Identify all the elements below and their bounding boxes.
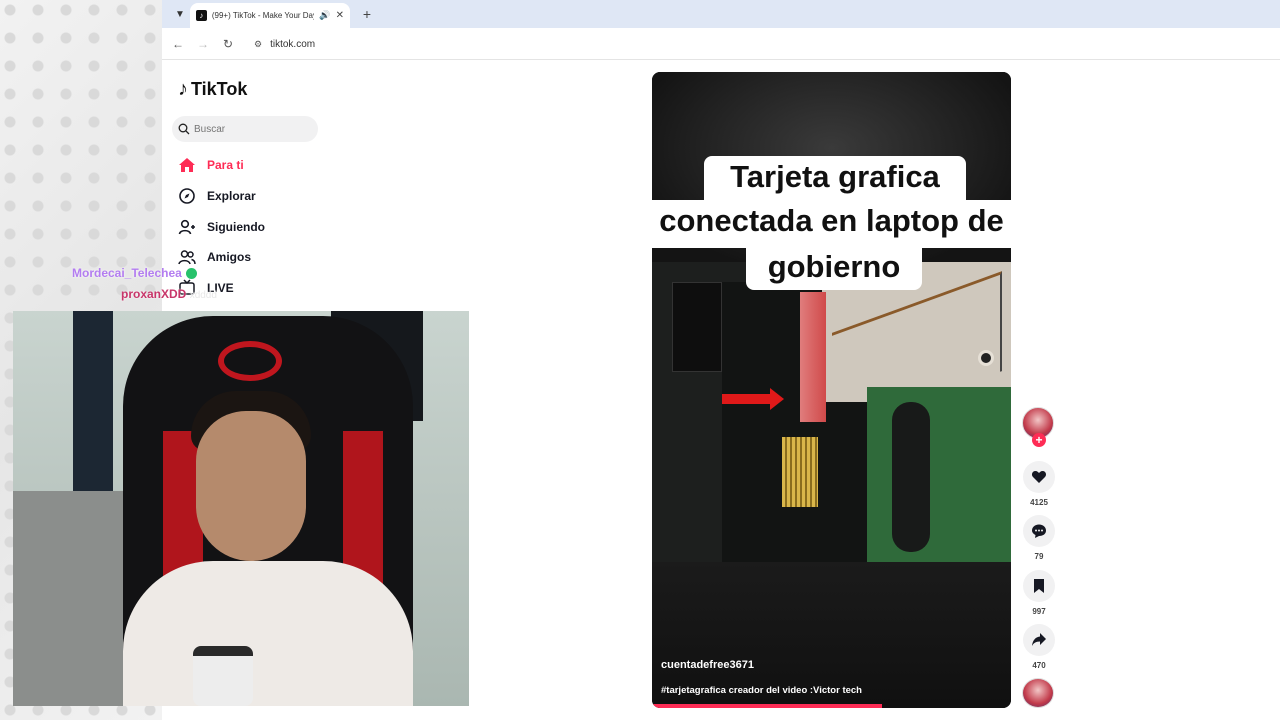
music-disc-avatar[interactable] bbox=[1022, 678, 1054, 708]
chat-username: Mordecai_Telechea bbox=[72, 266, 182, 280]
webcam-feed bbox=[13, 311, 469, 706]
video-caption-line-3: gobierno bbox=[746, 246, 922, 290]
nav-label: Siguiendo bbox=[207, 220, 265, 234]
video-motherboard-image bbox=[652, 262, 1011, 562]
site-info-icon[interactable]: ⚙ bbox=[254, 39, 262, 50]
nav-item-amigos[interactable]: Amigos bbox=[178, 246, 251, 268]
webcam-person-face bbox=[196, 411, 306, 561]
board-screw-hole bbox=[978, 350, 994, 366]
follow-plus-icon[interactable]: + bbox=[1032, 433, 1046, 447]
board-chip bbox=[672, 282, 722, 372]
search-icon bbox=[178, 123, 190, 135]
board-cable bbox=[892, 402, 930, 552]
new-tab-button[interactable]: + bbox=[358, 5, 376, 23]
like-button[interactable] bbox=[1023, 461, 1055, 493]
address-bar[interactable]: ⚙ tiktok.com bbox=[250, 33, 1270, 55]
back-arrow-icon[interactable]: ← bbox=[170, 36, 186, 52]
heart-icon bbox=[1031, 471, 1047, 483]
webcam-sofa bbox=[13, 491, 123, 706]
comment-button[interactable] bbox=[1023, 515, 1055, 547]
save-count: 997 bbox=[1032, 607, 1046, 616]
like-count: 4125 bbox=[1030, 498, 1048, 507]
tab-title: (99+) TikTok - Make Your Day bbox=[211, 11, 315, 20]
tiktok-logo[interactable]: ♪ TikTok bbox=[178, 78, 247, 101]
browser-tab[interactable]: ♪ (99+) TikTok - Make Your Day 🔊 ✕ bbox=[190, 3, 350, 28]
browser-tab-bar: ▼ ♪ (99+) TikTok - Make Your Day 🔊 ✕ + bbox=[162, 0, 1280, 28]
video-caption-line-1: Tarjeta grafica bbox=[704, 156, 966, 201]
like-action[interactable]: 4125 bbox=[1022, 461, 1056, 507]
nav-label: Para ti bbox=[207, 158, 244, 172]
nav-item-para-ti[interactable]: Para ti bbox=[178, 154, 244, 176]
video-player[interactable]: Tarjeta grafica conectada en laptop de g… bbox=[652, 72, 1011, 708]
tiktok-note-icon: ♪ bbox=[178, 78, 188, 100]
video-description: #tarjetagrafica creador del video :Victo… bbox=[661, 685, 862, 696]
reload-icon[interactable]: ↻ bbox=[220, 36, 236, 52]
red-arrow bbox=[722, 394, 772, 404]
comment-icon bbox=[1032, 524, 1046, 538]
speaker-icon[interactable]: 🔊 bbox=[319, 10, 330, 21]
chat-text: xdddd bbox=[189, 290, 217, 301]
chat-username: proxanXDD bbox=[121, 287, 187, 301]
webcam-mate-cup bbox=[193, 646, 253, 706]
search-box[interactable] bbox=[172, 116, 318, 142]
board-green-pcb bbox=[867, 387, 1011, 562]
board-ribbon-cable bbox=[800, 292, 826, 422]
share-action[interactable]: 470 bbox=[1022, 624, 1056, 670]
webcam-chair-logo bbox=[218, 341, 282, 381]
webcam-person-shirt bbox=[123, 561, 413, 706]
comment-action[interactable]: 79 bbox=[1022, 515, 1056, 561]
video-caption-line-2: conectada en laptop de bbox=[652, 200, 1011, 248]
home-icon bbox=[178, 156, 196, 174]
comment-count: 79 bbox=[1034, 552, 1044, 561]
nav-item-explorar[interactable]: Explorar bbox=[178, 185, 256, 207]
video-progress-bar[interactable] bbox=[652, 704, 882, 708]
forward-arrow-icon[interactable]: → bbox=[195, 36, 211, 52]
tiktok-logo-text: TikTok bbox=[191, 79, 248, 99]
chat-message-2: proxanXDD xdddd bbox=[121, 287, 217, 301]
bookmark-icon bbox=[1034, 579, 1044, 593]
webcam-curtain bbox=[73, 311, 113, 491]
friends-icon bbox=[178, 248, 196, 266]
close-tab-icon[interactable]: ✕ bbox=[336, 10, 344, 21]
share-icon bbox=[1032, 633, 1046, 646]
compass-icon bbox=[178, 187, 196, 205]
tab-search-dropdown-icon[interactable]: ▼ bbox=[170, 4, 190, 24]
browser-toolbar: ← → ↻ ⚙ tiktok.com bbox=[162, 28, 1280, 60]
nav-item-siguiendo[interactable]: Siguiendo bbox=[178, 216, 265, 238]
board-gold-contacts bbox=[782, 437, 818, 507]
save-button[interactable] bbox=[1023, 570, 1055, 602]
following-icon bbox=[178, 218, 196, 236]
save-action[interactable]: 997 bbox=[1022, 570, 1056, 616]
chat-message-1: Mordecai_Telechea bbox=[72, 266, 197, 280]
video-author[interactable]: cuentadefree3671 bbox=[661, 659, 754, 671]
red-arrow-head bbox=[770, 388, 784, 410]
share-button[interactable] bbox=[1023, 624, 1055, 656]
chat-badge-icon bbox=[185, 268, 197, 280]
nav-label: Explorar bbox=[207, 189, 256, 203]
search-input[interactable] bbox=[194, 123, 304, 135]
nav-label: Amigos bbox=[207, 250, 252, 264]
url-text: tiktok.com bbox=[270, 38, 316, 50]
share-count: 470 bbox=[1032, 661, 1046, 670]
tiktok-favicon-icon: ♪ bbox=[196, 10, 207, 21]
